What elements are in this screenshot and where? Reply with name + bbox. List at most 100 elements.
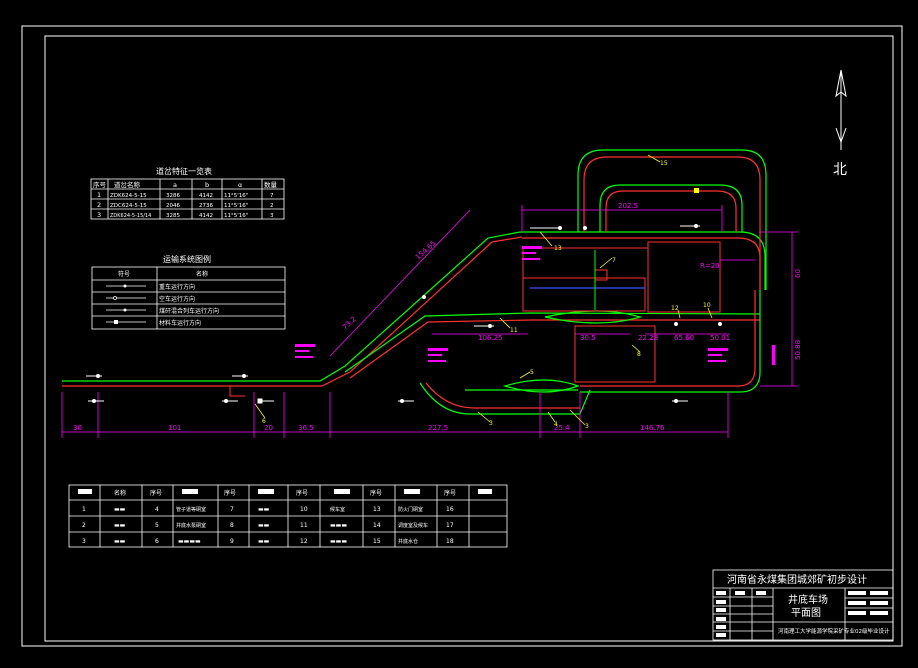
svg-text:6: 6 — [155, 538, 159, 545]
north-arrow-icon: 北 — [833, 69, 847, 178]
dim-50-01: 50.01 — [710, 334, 730, 342]
svg-text:11°5'16": 11°5'16" — [224, 203, 248, 209]
svg-text:序号: 序号 — [150, 489, 162, 497]
cad-drawing: 北 30 101 20 36.5 227.5 25.4 146.76 202.5… — [21, 25, 903, 647]
svg-text:名称: 名称 — [114, 489, 126, 497]
svg-text:11: 11 — [510, 327, 518, 334]
chamber-table: 名称 序号 序号 序号 序号 序号 1 2 3 ▬▬ ▬▬ ▬▬ 4 5 6 管… — [68, 484, 508, 548]
svg-text:▬▬▬▬: ▬▬▬▬ — [178, 538, 201, 545]
svg-text:4142: 4142 — [199, 193, 213, 199]
svg-text:1: 1 — [82, 506, 86, 513]
svg-text:▬▬: ▬▬ — [114, 538, 126, 545]
svg-text:▬▬: ▬▬ — [114, 522, 126, 529]
svg-text:空车运行方向: 空车运行方向 — [159, 295, 195, 303]
svg-text:13: 13 — [373, 506, 381, 513]
legend-table: 运输系统图例 符号 名称 重车运行方向 空车运行方向 煤矸混合列车运行方向 材料… — [91, 254, 286, 330]
svg-text:数量: 数量 — [264, 180, 278, 189]
svg-text:12: 12 — [671, 305, 679, 312]
svg-text:调度室及候车: 调度室及候车 — [398, 522, 428, 529]
dim-r20: R=20 — [700, 262, 720, 270]
svg-text:4142: 4142 — [199, 213, 213, 219]
svg-text:符号: 符号 — [118, 270, 130, 278]
svg-text:14: 14 — [373, 522, 381, 529]
leader-lines — [254, 154, 713, 426]
svg-text:12: 12 — [300, 538, 308, 545]
svg-text:▬▬▬: ▬▬▬ — [330, 522, 347, 529]
dim-30-5: 30.5 — [580, 334, 596, 342]
dim-202-5: 202.5 — [618, 202, 638, 210]
svg-text:5: 5 — [530, 369, 534, 376]
svg-text:ZDC624-5-15: ZDC624-5-15 — [110, 203, 147, 209]
svg-text:9: 9 — [230, 538, 234, 545]
svg-text:煤矸混合列车运行方向: 煤矸混合列车运行方向 — [159, 307, 219, 315]
svg-text:a: a — [173, 181, 177, 189]
svg-text:6: 6 — [262, 418, 266, 425]
svg-text:3: 3 — [270, 213, 274, 219]
svg-text:▬▬▬: ▬▬▬ — [330, 538, 347, 545]
svg-text:序号: 序号 — [370, 489, 382, 497]
school-name: 河南理工大学能源学院采矿专业02级毕业设计 — [778, 627, 890, 635]
svg-text:重车运行方向: 重车运行方向 — [159, 283, 195, 291]
svg-text:2736: 2736 — [199, 203, 213, 209]
turnout-table: 道岔特征一览表 序号 道岔名称 a b α 数量 1 ZDK624-5-15 3… — [90, 166, 285, 220]
dim-36-5: 36.5 — [298, 424, 314, 432]
svg-text:井底水泵硐室: 井底水泵硐室 — [176, 522, 206, 529]
svg-text:4: 4 — [554, 421, 558, 428]
svg-text:▬▬: ▬▬ — [258, 522, 270, 529]
svg-text:防火门硐室: 防火门硐室 — [398, 506, 423, 513]
svg-text:15: 15 — [660, 160, 668, 167]
svg-text:ZDK624-5-15: ZDK624-5-15 — [110, 193, 147, 199]
svg-text:序号: 序号 — [296, 489, 308, 497]
svg-text:15: 15 — [373, 538, 381, 545]
svg-text:道岔名称: 道岔名称 — [114, 180, 141, 189]
svg-text:13: 13 — [554, 245, 562, 252]
svg-text:▬▬: ▬▬ — [114, 506, 126, 513]
drawing-name-2: 平面图 — [791, 607, 821, 619]
svg-text:序号: 序号 — [224, 489, 236, 497]
svg-text:序号: 序号 — [93, 180, 107, 189]
dim-50-88: 50.88 — [794, 340, 802, 360]
svg-text:7: 7 — [230, 506, 234, 513]
title-block: 河南省永煤集团城郊矿初步设计 井底车场 平面图 河南理工大学能源学院采矿专业02… — [712, 569, 894, 641]
svg-text:ZDK624-5-15/14: ZDK624-5-15/14 — [110, 213, 151, 219]
svg-text:管子道等硐室: 管子道等硐室 — [176, 506, 206, 513]
svg-text:井底水仓: 井底水仓 — [398, 538, 418, 545]
north-label: 北 — [833, 162, 847, 178]
svg-text:1: 1 — [97, 191, 101, 199]
svg-text:8: 8 — [230, 522, 234, 529]
svg-text:16: 16 — [446, 506, 454, 513]
svg-text:▬▬: ▬▬ — [258, 538, 270, 545]
svg-text:8: 8 — [637, 351, 641, 358]
turnout-table-title: 道岔特征一览表 — [156, 166, 212, 176]
chamber-outlines — [229, 241, 721, 397]
dim-20: 20 — [264, 424, 273, 432]
svg-text:3: 3 — [489, 420, 493, 427]
outer-frame — [21, 25, 903, 647]
svg-text:11: 11 — [300, 522, 308, 529]
svg-text:11°5'16": 11°5'16" — [224, 213, 248, 219]
svg-text:7: 7 — [612, 257, 616, 264]
svg-text:2: 2 — [97, 201, 101, 209]
dimension-texts: 30 101 20 36.5 227.5 25.4 146.76 202.5 1… — [73, 202, 802, 432]
dim-101: 101 — [168, 424, 181, 432]
svg-text:11°5'16": 11°5'16" — [224, 193, 248, 199]
svg-text:3: 3 — [585, 423, 589, 430]
svg-text:3: 3 — [97, 211, 101, 219]
svg-text:2: 2 — [82, 522, 86, 529]
svg-text:7: 7 — [270, 193, 274, 199]
svg-text:α: α — [238, 181, 242, 189]
svg-text:3285: 3285 — [166, 213, 180, 219]
marker-square — [694, 188, 699, 193]
dim-30: 30 — [73, 424, 82, 432]
svg-text:17: 17 — [446, 522, 454, 529]
dim-146-76: 146.76 — [640, 424, 665, 432]
svg-text:5: 5 — [155, 522, 159, 529]
svg-text:18: 18 — [446, 538, 454, 545]
legend-title: 运输系统图例 — [163, 254, 211, 264]
svg-text:▬▬: ▬▬ — [258, 506, 270, 513]
svg-text:序号: 序号 — [444, 489, 456, 497]
dim-22-28: 22.28 — [638, 334, 658, 342]
svg-text:材料车运行方向: 材料车运行方向 — [159, 319, 201, 327]
svg-text:10: 10 — [703, 302, 711, 309]
inner-frame — [44, 35, 894, 642]
